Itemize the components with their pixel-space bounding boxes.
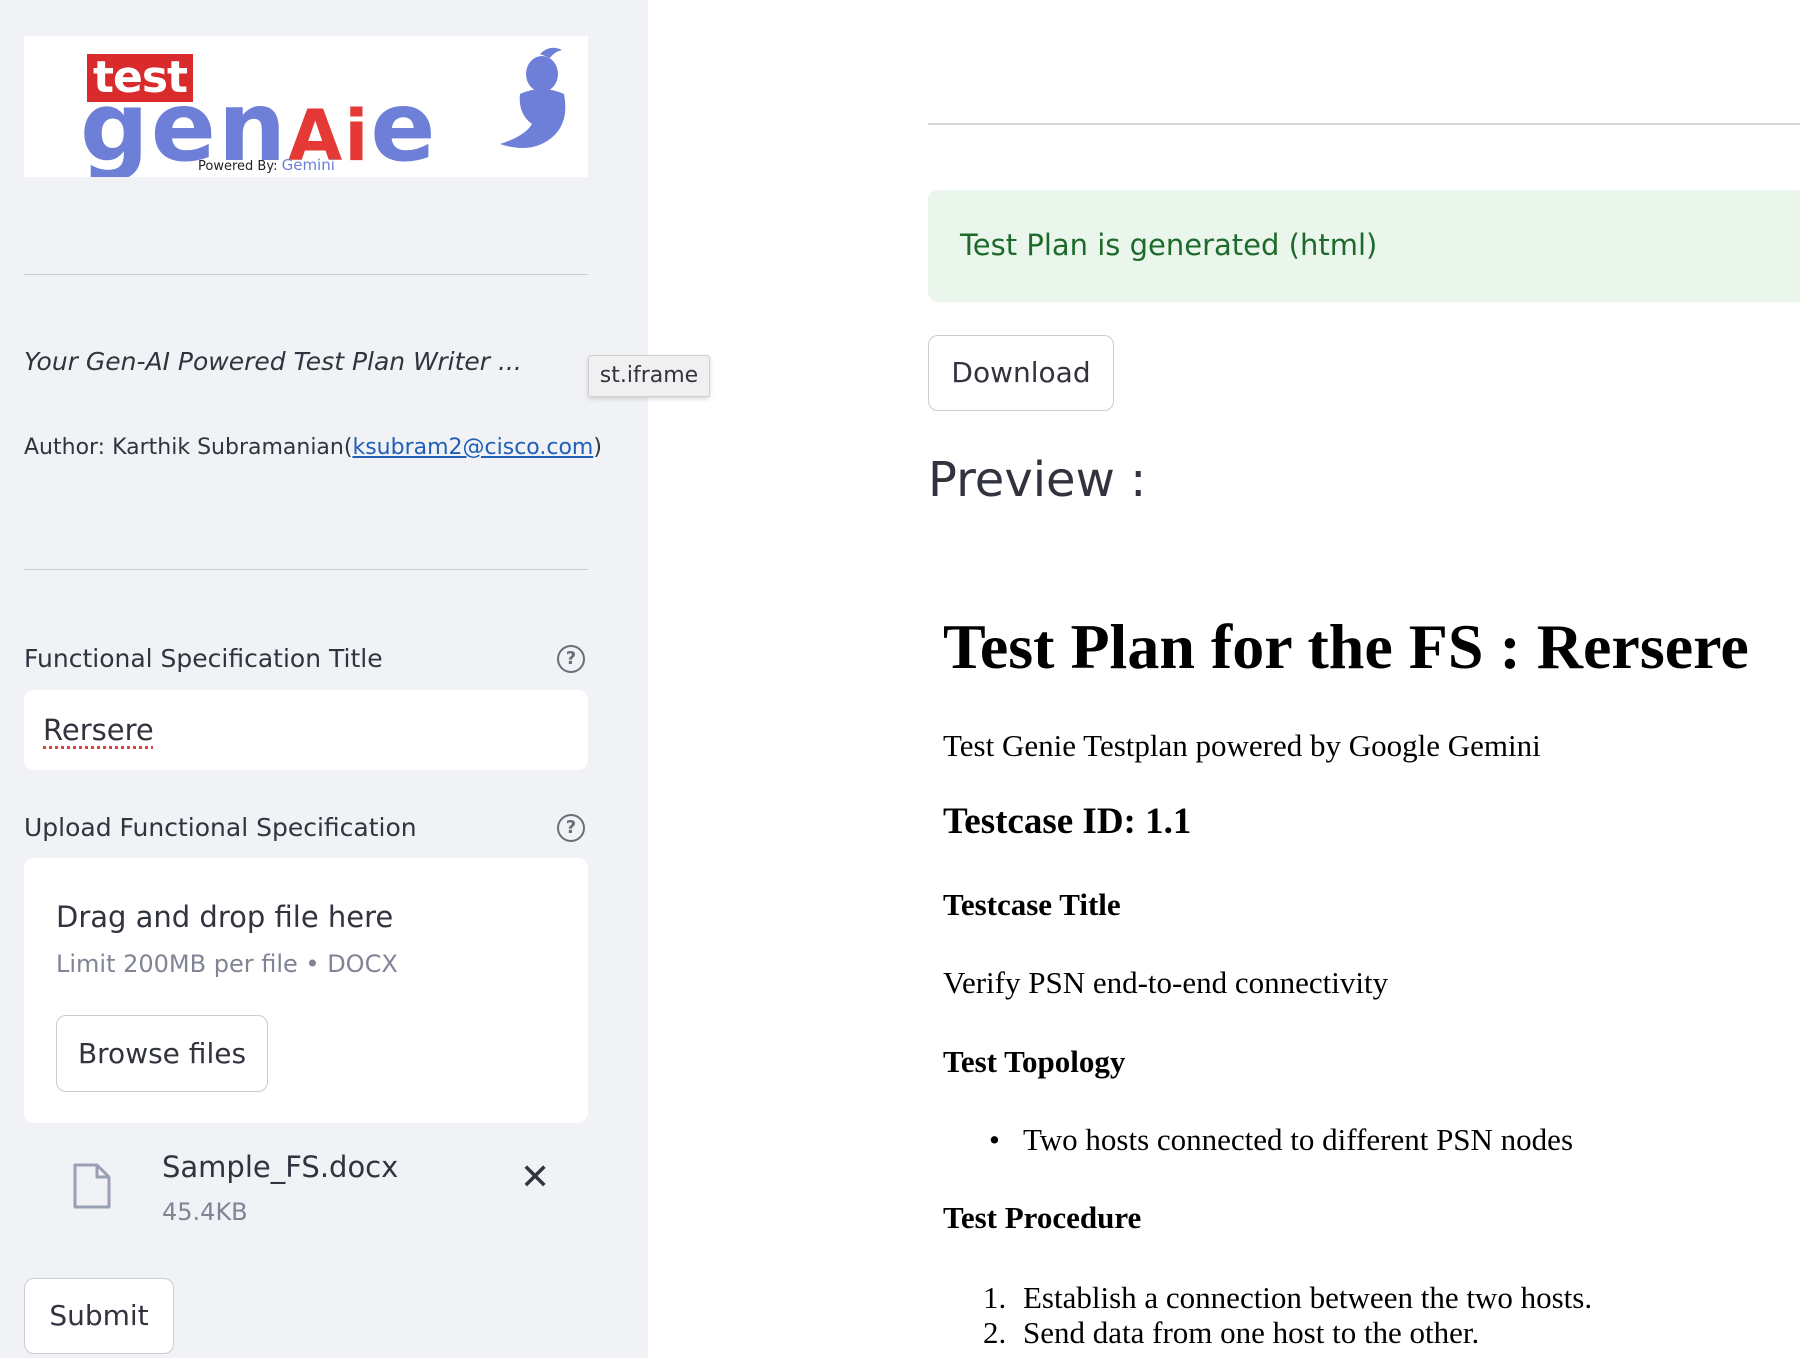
list-item: Send data from one host to the other. [1023,1315,1480,1350]
doc-testcase-title-heading: Testcase Title [943,887,1121,922]
file-icon [73,1163,111,1209]
help-icon[interactable]: ? [557,645,585,673]
genie-icon [500,47,566,148]
divider [24,569,588,570]
browse-files-button[interactable]: Browse files [56,1015,268,1092]
fs-title-value: Rersere [43,713,154,747]
remove-file-icon[interactable]: ✕ [520,1158,550,1198]
list-item-number: 1. [983,1280,1007,1315]
doc-subtitle: Test Genie Testplan powered by Google Ge… [943,728,1541,763]
doc-topology-heading: Test Topology [943,1044,1126,1079]
iframe-tooltip: st.iframe [588,355,710,397]
divider [24,274,588,275]
dropzone-limit: Limit 200MB per file • DOCX [56,950,398,978]
submit-button[interactable]: Submit [24,1278,174,1354]
file-name: Sample_FS.docx [162,1150,399,1184]
success-alert: Test Plan is generated (html) [928,190,1800,302]
preview-heading: Preview : [928,452,1147,508]
doc-testcase-title: Verify PSN end-to-end connectivity [943,965,1389,1000]
file-size: 45.4KB [162,1198,248,1226]
sidebar: test genAie Powered By: Gemini Your Gen-… [0,0,648,1358]
list-item: Establish a connection between the two h… [1023,1280,1593,1315]
author-prefix: Author: Karthik Subramanian( [24,435,353,460]
uploaded-file: Sample_FS.docx 45.4KB ✕ [24,1140,588,1230]
powered-by-text: Powered By: [198,159,278,174]
download-button[interactable]: Download [928,335,1114,411]
list-item: • [989,1122,1000,1157]
logo-word-e: e [370,71,438,177]
list-item-number: 2. [983,1315,1007,1350]
author-line: Author: Karthik Subramanian(ksubram2@cis… [24,435,602,460]
divider [928,123,1800,125]
doc-title: Test Plan for the FS : Rersere [943,611,1749,682]
app-logo: test genAie Powered By: Gemini [24,36,588,177]
doc-testcase-id: Testcase ID: 1.1 [943,801,1192,842]
success-message: Test Plan is generated (html) [960,228,1378,262]
gemini-text: Gemini [281,156,335,174]
author-suffix: ) [593,435,602,460]
list-item: Two hosts connected to different PSN nod… [1023,1122,1574,1157]
dropzone-title: Drag and drop file here [56,900,394,934]
logo-powered-by: Powered By: Gemini [198,156,335,174]
tagline: Your Gen-AI Powered Test Plan Writer ... [24,347,522,376]
author-email-link[interactable]: ksubram2@cisco.com [352,435,593,460]
help-icon[interactable]: ? [557,814,585,842]
file-dropzone[interactable]: Drag and drop file here Limit 200MB per … [24,858,588,1123]
upload-label: Upload Functional Specification [24,813,417,842]
fs-title-label: Functional Specification Title [24,644,383,673]
doc-procedure-heading: Test Procedure [943,1200,1142,1235]
fs-title-input[interactable]: Rersere [24,690,588,770]
